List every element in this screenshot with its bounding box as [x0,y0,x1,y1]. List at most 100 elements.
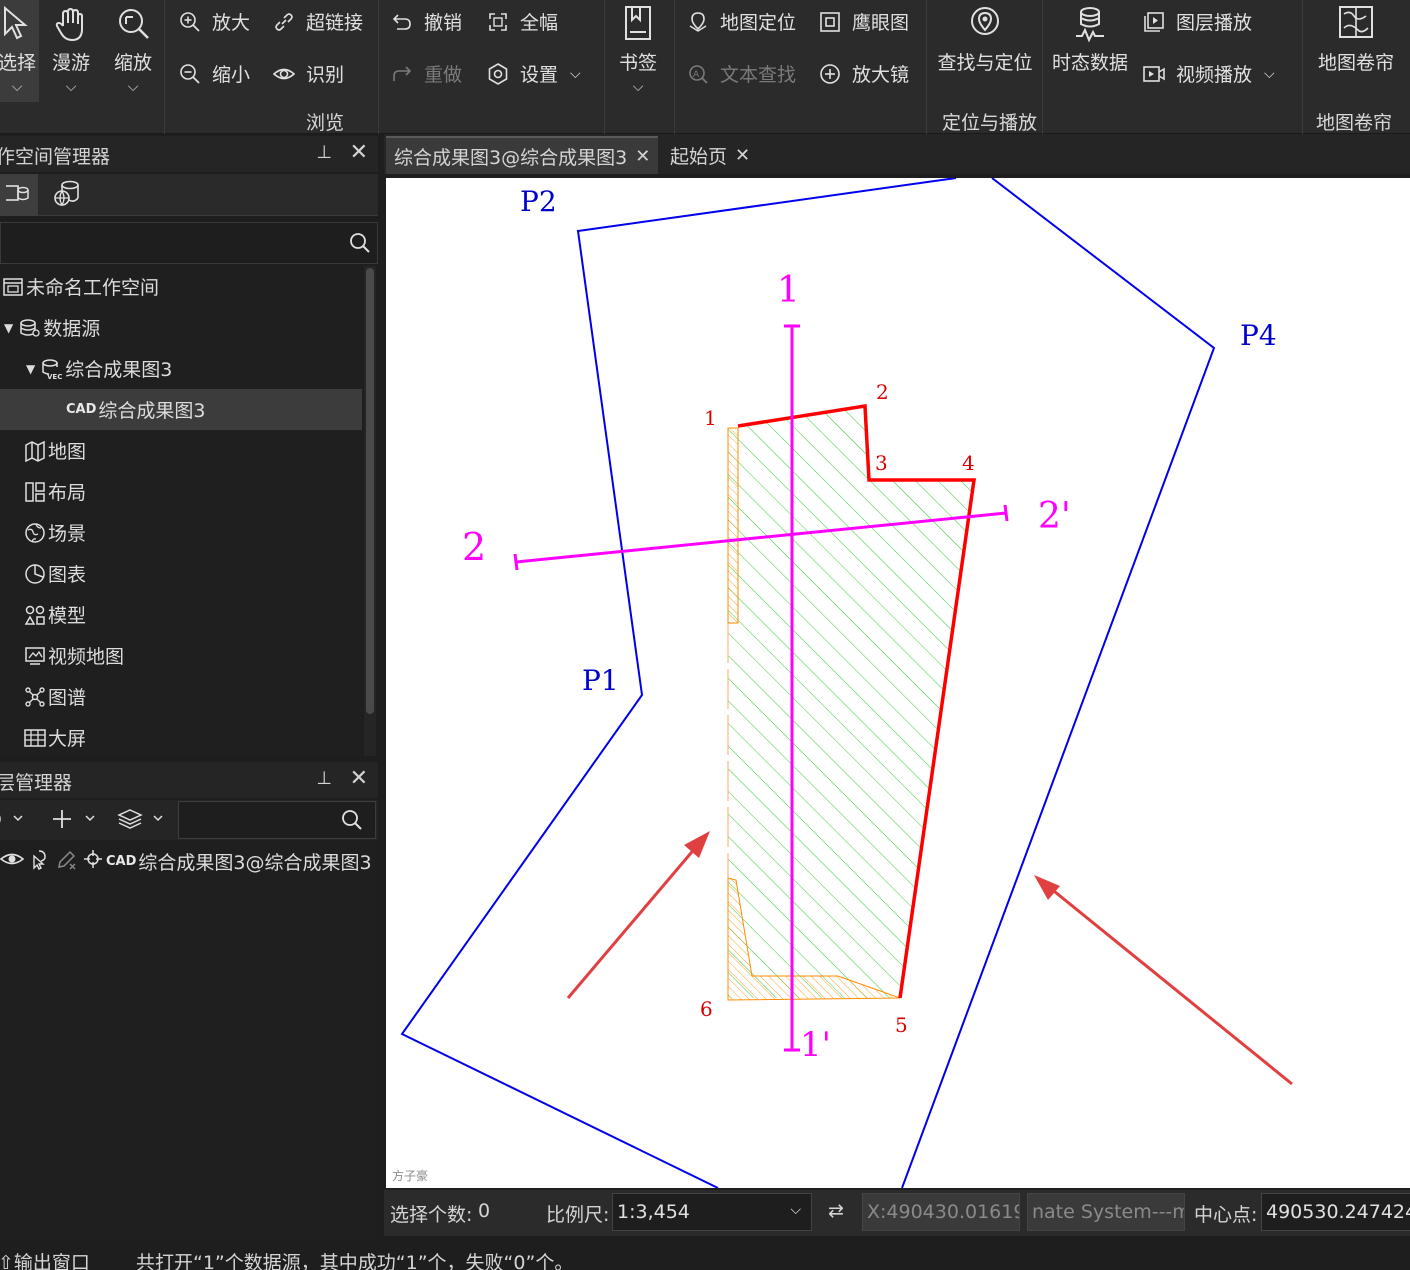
pin-icon[interactable]: ⊥ [316,142,332,163]
settings-button[interactable]: 设置 ⌵ [486,60,581,87]
workspace-icon [2,276,24,298]
tree-item-charts[interactable]: 图表 [0,553,362,594]
close-icon[interactable]: ✕ [735,145,750,166]
workspace-tabs [0,174,378,216]
magnifier-button[interactable]: 放大镜 [818,60,909,87]
redo-icon [390,62,414,86]
pan-button[interactable]: 漫游 ⌵ [48,0,94,95]
link-icon [272,10,296,34]
output-window-tab[interactable]: ⇧输出窗口 [0,1248,90,1270]
workspace-scrollbar[interactable] [364,266,376,756]
chevron-down-icon[interactable]: ⌵ [633,79,644,95]
close-icon[interactable]: ✕ [350,766,368,791]
map-swipe-button[interactable]: 地图卷帘 [1312,0,1400,75]
bookmark-button[interactable]: 书签 ⌵ [614,0,662,95]
identify-button[interactable]: 识别 [272,60,344,87]
eagle-eye-button[interactable]: 鹰眼图 [818,8,909,35]
tree-item-video-maps[interactable]: 视频地图 [0,635,362,676]
chevron-down-icon[interactable]: ⌵ [1264,66,1275,82]
expand-triangle-icon[interactable]: ▼ [26,362,35,376]
tree-item-workspace[interactable]: 未命名工作空间 [0,266,362,307]
search-icon[interactable] [349,232,371,258]
tab-scene-tree[interactable] [40,174,96,216]
chevron-down-icon[interactable]: ⌵ [12,79,23,95]
location-target-icon [965,4,1005,44]
video-icon [1142,62,1166,86]
chevron-down-icon[interactable]: ⌵ [570,66,581,82]
bookmark-icon [618,4,658,44]
tree-item-graphs[interactable]: 图谱 [0,676,362,717]
expand-triangle-icon[interactable]: ▼ [4,321,13,335]
snap-crosshair-icon[interactable] [82,848,104,875]
layer-group-button[interactable] [116,806,172,836]
cad-tag: CAD [66,402,97,417]
tab-map-document[interactable]: 综合成果图3@综合成果图3 ✕ [386,136,659,174]
arrow-left-head [684,831,710,858]
svg-text:A: A [693,70,700,80]
add-layer-button[interactable] [48,806,104,836]
tree-item-datasources[interactable]: ▼ 数据源 [0,307,362,348]
tree-item-label: 地图 [48,441,87,463]
center-point-field[interactable]: 490530.2474246 [1261,1193,1410,1231]
editable-pencil-icon[interactable] [56,848,78,875]
label-point-1: 1 [704,406,717,430]
chevron-down-icon[interactable]: ⌵ [790,1202,801,1218]
temporal-data-button[interactable]: 时态数据 [1048,0,1132,75]
map-drawing: P2 P4 P1 1 1' 2 2' 1 2 3 4 5 6 [400,178,1293,1188]
site-boundary-right [901,178,1216,1188]
coord-system-field[interactable]: nate System---m [1027,1193,1185,1231]
full-extent-button[interactable]: 全幅 [486,8,558,35]
tree-item-datasource-vec[interactable]: ▼ VEC 综合成果图3 [0,348,362,389]
layer-name-label: 综合成果图3@综合成果图3 [138,851,372,874]
center-point-label: 中心点: [1194,1204,1258,1226]
pie-chart-icon [24,563,46,585]
selectable-icon[interactable] [28,848,50,875]
workspace-search-input[interactable] [0,222,378,264]
video-play-button[interactable]: 视频播放 ⌵ [1142,60,1275,87]
x-coordinate-field[interactable]: X:490430.016194 [862,1193,1020,1231]
search-icon[interactable] [341,809,363,835]
zoom-in-button[interactable]: 放大 [178,8,250,35]
status-bar: 选择个数: 0 比例尺: 1:3,454 ⌵ ⇄ X:490430.016194… [384,1190,1410,1236]
bookmark-label: 书签 [618,52,657,74]
pan-label: 漫游 [51,52,90,74]
layer-play-button[interactable]: 图层播放 [1142,8,1252,35]
tab-workspace-tree[interactable] [0,174,38,216]
layer-item-cad[interactable]: CAD 综合成果图3@综合成果图3 [0,842,378,880]
swap-arrows-icon[interactable]: ⇄ [828,1200,844,1222]
tab-label: 综合成果图3@综合成果图3 [394,146,628,169]
tree-item-scenes[interactable]: 场景 [0,512,362,553]
layer-search-input[interactable] [178,801,376,839]
section-2-cap-right [1003,504,1009,522]
eye-icon [272,62,296,86]
map-canvas[interactable]: P2 P4 P1 1 1' 2 2' 1 2 3 4 5 6 方子豪 [386,178,1410,1188]
scale-select[interactable]: 1:3,454 ⌵ [612,1193,812,1231]
text-find-button[interactable]: A 文本查找 [686,60,796,87]
zoom-out-button[interactable]: 缩小 [178,60,250,87]
scale-value: 1:3,454 [617,1201,690,1223]
hyperlink-button[interactable]: 超链接 [272,8,363,35]
tab-start-page[interactable]: 起始页 ✕ [662,136,758,174]
tree-item-models[interactable]: 模型 [0,594,362,635]
select-button[interactable]: 选择 ⌵ [0,0,40,95]
chevron-down-icon[interactable]: ⌵ [66,79,77,95]
select-label: 选择 [0,52,36,74]
close-icon[interactable]: ✕ [350,140,368,165]
scrollbar-thumb[interactable] [366,268,374,714]
redo-button[interactable]: 重做 [390,60,462,87]
chevron-down-icon[interactable]: ⌵ [128,79,139,95]
close-icon[interactable]: ✕ [635,146,650,167]
find-locate-button[interactable]: 查找与定位 [934,0,1036,75]
undo-button[interactable]: 撤销 [390,8,462,35]
plus-icon [48,806,104,836]
layer-style-dropdown[interactable] [0,806,30,832]
zoom-button[interactable]: 缩放 ⌵ [110,0,156,95]
tree-item-maps[interactable]: 地图 [0,430,362,471]
tree-item-dashboards[interactable]: 大屏 [0,717,362,758]
tree-item-dataset-cad[interactable]: CAD 综合成果图3 [0,389,362,430]
visible-eye-icon[interactable] [0,848,25,875]
model-shapes-icon [24,604,46,626]
tree-item-layouts[interactable]: 布局 [0,471,362,512]
map-locate-button[interactable]: 地图定位 [686,8,796,35]
pin-icon[interactable]: ⊥ [316,768,332,789]
